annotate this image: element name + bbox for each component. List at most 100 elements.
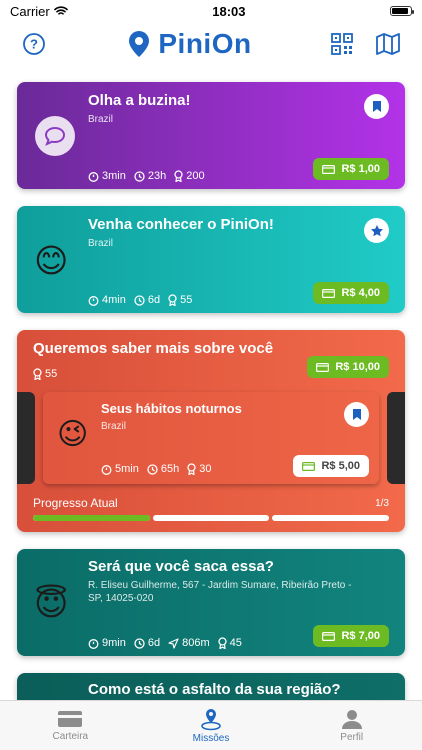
bookmark-button[interactable] <box>364 94 389 119</box>
mission-expires: 6d <box>147 294 161 306</box>
credit-card-icon <box>322 631 336 641</box>
tab-carteira[interactable]: Carteira <box>0 701 141 750</box>
user-icon <box>341 710 362 729</box>
mission-title: Olha a buzina! <box>88 92 191 109</box>
next-mission-peek[interactable] <box>387 392 405 484</box>
clock-icon <box>134 170 145 182</box>
mission-expires: 6d <box>147 637 161 649</box>
tab-label: Perfil <box>340 732 364 743</box>
sub-mission-points: 30 <box>199 463 212 475</box>
mission-title: Como está o asfalto da sua região? <box>88 681 341 698</box>
medal-icon <box>33 368 42 380</box>
mission-card[interactable]: 😇 Será que você saca essa? R. Eliseu Gui… <box>17 549 405 656</box>
app-header: ? PiniOn <box>0 22 422 66</box>
sub-mission-title: Seus hábitos noturnos <box>101 401 242 416</box>
status-bar: Carrier 18:03 <box>0 0 422 22</box>
angel-emoji-icon: 😇 <box>34 585 69 622</box>
mission-address: R. Eliseu Guilherme, 567 - Jardim Sumare… <box>88 580 352 604</box>
map-pin-icon <box>201 709 221 731</box>
medal-icon <box>168 294 177 306</box>
sub-mission-duration: 5min <box>115 463 139 475</box>
qr-code-button[interactable] <box>330 32 354 56</box>
mission-meta: 4min 6d 55 <box>88 294 192 306</box>
mission-card[interactable]: 😊 Venha conhecer o PiniOn! Brazil 4min 6… <box>17 206 405 313</box>
mission-duration: 9min <box>102 637 126 649</box>
stopwatch-icon <box>88 295 99 306</box>
medal-icon <box>217 637 227 649</box>
progress-segment <box>152 515 270 521</box>
mission-group-card[interactable]: Queremos saber mais sobre você 55 R$ 10,… <box>17 330 405 532</box>
group-points: 55 <box>45 368 58 380</box>
smiling-emoji-icon: 😊 <box>34 242 69 279</box>
reward-amount: R$ 1,00 <box>341 163 380 175</box>
reward-badge: R$ 1,00 <box>313 158 389 180</box>
reward-badge: R$ 4,00 <box>313 282 389 304</box>
stopwatch-icon <box>88 171 99 182</box>
mission-title: Venha conhecer o PiniOn! <box>88 216 274 233</box>
missions-feed[interactable]: Olha a buzina! Brazil 3min 23h 200 R$ 1,… <box>0 72 422 700</box>
credit-card-icon <box>322 288 336 298</box>
location-arrow-icon <box>168 637 179 649</box>
battery-icon <box>389 6 414 16</box>
pin-logo-icon <box>129 31 150 57</box>
mission-location: Brazil <box>88 114 114 125</box>
bookmark-icon <box>372 101 381 112</box>
clock-icon <box>134 637 145 649</box>
qr-code-icon <box>331 33 353 55</box>
chat-bubble-icon <box>35 116 75 156</box>
bookmark-button[interactable] <box>344 402 369 427</box>
svg-text:?: ? <box>30 37 38 52</box>
sub-mission-expires: 65h <box>160 463 180 475</box>
tab-perfil[interactable]: Perfil <box>281 701 422 750</box>
progress-label: Progresso Atual <box>33 496 118 510</box>
carrier-label: Carrier <box>10 3 50 19</box>
credit-card-icon <box>316 362 330 372</box>
stopwatch-icon <box>101 464 112 475</box>
tab-label: Missões <box>192 733 230 744</box>
tab-missoes[interactable]: Missões <box>141 701 282 750</box>
group-meta: 55 <box>33 368 57 380</box>
progress-segment <box>272 515 390 521</box>
carrier-info: Carrier <box>10 4 68 19</box>
help-icon: ? <box>23 33 45 55</box>
mission-meta: 3min 23h 200 <box>88 170 205 182</box>
group-title: Queremos saber mais sobre você <box>33 340 274 357</box>
mission-points: 55 <box>180 294 193 306</box>
progress-count: 1/3 <box>375 498 389 509</box>
tab-label: Carteira <box>52 731 89 742</box>
credit-card-icon <box>302 461 316 471</box>
medal-icon <box>187 463 196 475</box>
reward-amount: R$ 7,00 <box>341 630 380 642</box>
tab-bar: Carteira Missões Perfil <box>0 700 422 750</box>
logo-text: PiniOn <box>158 28 252 59</box>
map-icon <box>376 33 400 55</box>
map-button[interactable] <box>376 32 400 56</box>
mission-duration: 3min <box>102 170 126 182</box>
stopwatch-icon <box>88 638 99 649</box>
sub-mission-reward-amount: R$ 5,00 <box>321 460 360 472</box>
mission-location: Brazil <box>88 238 114 249</box>
mission-points: 45 <box>229 637 242 649</box>
mission-card[interactable]: Como está o asfalto da sua região? <box>17 673 405 700</box>
credit-card-icon <box>322 164 336 174</box>
help-button[interactable]: ? <box>22 32 46 56</box>
mission-expires: 23h <box>147 170 167 182</box>
mission-distance: 806m <box>182 637 210 649</box>
reward-badge: R$ 7,00 <box>313 625 389 647</box>
progress-bar <box>33 515 390 521</box>
sub-mission-reward-badge: R$ 5,00 <box>293 455 369 477</box>
mission-card[interactable]: Olha a buzina! Brazil 3min 23h 200 R$ 1,… <box>17 82 405 189</box>
sub-mission-card[interactable]: 😉 Seus hábitos noturnos Brazil 5min 65h … <box>43 392 379 484</box>
group-reward-amount: R$ 10,00 <box>335 361 380 373</box>
app-logo: PiniOn <box>124 28 251 60</box>
group-reward-badge: R$ 10,00 <box>307 356 389 378</box>
clock-icon <box>134 294 145 306</box>
wifi-icon <box>53 6 68 15</box>
mission-points: 200 <box>186 170 205 182</box>
previous-mission-peek[interactable] <box>17 392 35 484</box>
star-icon <box>370 224 383 236</box>
featured-button[interactable] <box>364 218 389 243</box>
clock-icon <box>147 463 158 475</box>
winking-emoji-icon: 😉 <box>57 418 89 451</box>
mission-meta: 9min 6d 806m 45 <box>88 637 242 649</box>
